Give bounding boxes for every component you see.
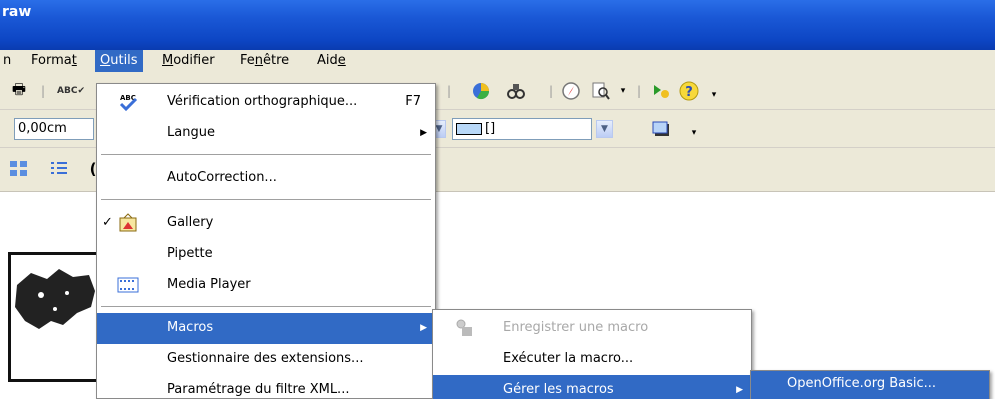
- submenu-arrow-icon: ▶: [736, 385, 743, 395]
- menu-item-label: Media Player: [167, 277, 251, 292]
- line-color-swatch: [456, 122, 482, 135]
- zoom-icon[interactable]: [590, 80, 612, 102]
- menu-separator: [101, 154, 431, 156]
- menu-aide[interactable]: Aide: [312, 50, 351, 72]
- menu-item-gallery[interactable]: ✓ Gallery: [97, 208, 435, 239]
- toolbar-separator: |: [40, 84, 46, 98]
- menu-item-label: Macros: [167, 320, 214, 335]
- menu-item-label: Gestionnaire des extensions...: [167, 351, 364, 366]
- menu-modifier[interactable]: Modifier: [157, 50, 220, 72]
- menu-item-label: Gérer les macros: [503, 382, 614, 397]
- menu-item-macros[interactable]: Macros ▶: [97, 313, 435, 344]
- line-style-select[interactable]: []: [452, 118, 592, 140]
- shadow-icon[interactable]: [650, 118, 672, 140]
- line-style-value: []: [485, 121, 496, 136]
- checkmark-icon: ✓: [102, 215, 113, 230]
- toolbar-separator: |: [636, 84, 642, 98]
- menu-item-accelerator: F7: [405, 94, 421, 109]
- menu-item-label: Vérification orthographique...: [167, 94, 358, 109]
- menu-item-run-macro[interactable]: Exécuter la macro...: [433, 344, 751, 375]
- toolbar-overflow-icon[interactable]: ▾: [683, 122, 705, 144]
- submenu-arrow-icon: ▶: [420, 128, 427, 138]
- media-player-icon: [117, 275, 139, 295]
- compass-icon[interactable]: [560, 80, 582, 102]
- spellcheck-icon: ABC: [117, 92, 139, 112]
- menu-item-media-player[interactable]: Media Player: [97, 270, 435, 301]
- menu-item-manage-macros[interactable]: Gérer les macros ▶: [433, 375, 751, 399]
- svg-text:?: ?: [685, 85, 693, 100]
- submenu-arrow-icon: ▶: [420, 323, 427, 333]
- help-icon[interactable]: ?: [678, 80, 700, 102]
- menu-format[interactable]: Format: [26, 50, 82, 72]
- menu-item-label: Pipette: [167, 246, 213, 261]
- menu-separator: [101, 199, 431, 201]
- macros-submenu: Enregistrer une macro Exécuter la macro.…: [432, 309, 752, 399]
- outils-menu: ABC Vérification orthographique... F7 La…: [96, 83, 436, 399]
- menu-insertion[interactable]: n: [0, 50, 16, 72]
- navigator-icon[interactable]: [505, 80, 527, 102]
- menu-item-label: Enregistrer une macro: [503, 320, 649, 335]
- menu-item-record-macro: Enregistrer une macro: [433, 313, 751, 344]
- title-bar: raw: [0, 0, 995, 50]
- page-thumbnail[interactable]: [8, 252, 104, 382]
- menu-item-openoffice-basic[interactable]: OpenOffice.org Basic...: [751, 371, 989, 399]
- gallery-icon: [117, 213, 139, 233]
- chart-icon[interactable]: [470, 80, 492, 102]
- position-field[interactable]: 0,00cm: [14, 118, 94, 140]
- menu-separator: [101, 306, 431, 308]
- menu-item-label: OpenOffice.org Basic...: [787, 376, 937, 391]
- toolbar-separator: |: [548, 84, 554, 98]
- menu-item-label: Paramétrage du filtre XML...: [167, 382, 350, 397]
- menu-item-label: Langue: [167, 125, 215, 140]
- menu-item-autocorrection[interactable]: AutoCorrection...: [97, 163, 435, 194]
- window-title: raw: [2, 4, 32, 20]
- toolbar-separator: |: [446, 84, 452, 98]
- menu-bar: n Format Outils Modifier Fenêtre Aide: [0, 50, 995, 72]
- spellcheck-toolbar-icon[interactable]: ABC✔: [57, 80, 85, 102]
- menu-item-langue[interactable]: Langue ▶: [97, 118, 435, 149]
- toolbar-overflow-icon[interactable]: ▾: [703, 84, 725, 106]
- menu-item-label: AutoCorrection...: [167, 170, 277, 185]
- menu-item-extensions[interactable]: Gestionnaire des extensions...: [97, 344, 435, 375]
- menu-item-xml-filter[interactable]: Paramétrage du filtre XML...: [97, 375, 435, 399]
- slide-sorter-icon[interactable]: [8, 158, 30, 180]
- run-macro-icon[interactable]: [650, 80, 672, 102]
- print-icon[interactable]: 🖶: [8, 80, 30, 102]
- menu-item-label: Gallery: [167, 215, 214, 230]
- menu-outils[interactable]: Outils: [95, 50, 143, 72]
- menu-item-pipette[interactable]: Pipette: [97, 239, 435, 270]
- menu-item-spellcheck[interactable]: ABC Vérification orthographique... F7: [97, 87, 435, 118]
- menu-fenetre[interactable]: Fenêtre: [235, 50, 294, 72]
- menu-item-label: Exécuter la macro...: [503, 351, 634, 366]
- line-style-dropdown-button[interactable]: ▼: [596, 120, 613, 138]
- outline-icon[interactable]: [48, 158, 70, 180]
- record-macro-icon: [453, 318, 475, 338]
- manage-macros-submenu: OpenOffice.org Basic...: [750, 370, 990, 399]
